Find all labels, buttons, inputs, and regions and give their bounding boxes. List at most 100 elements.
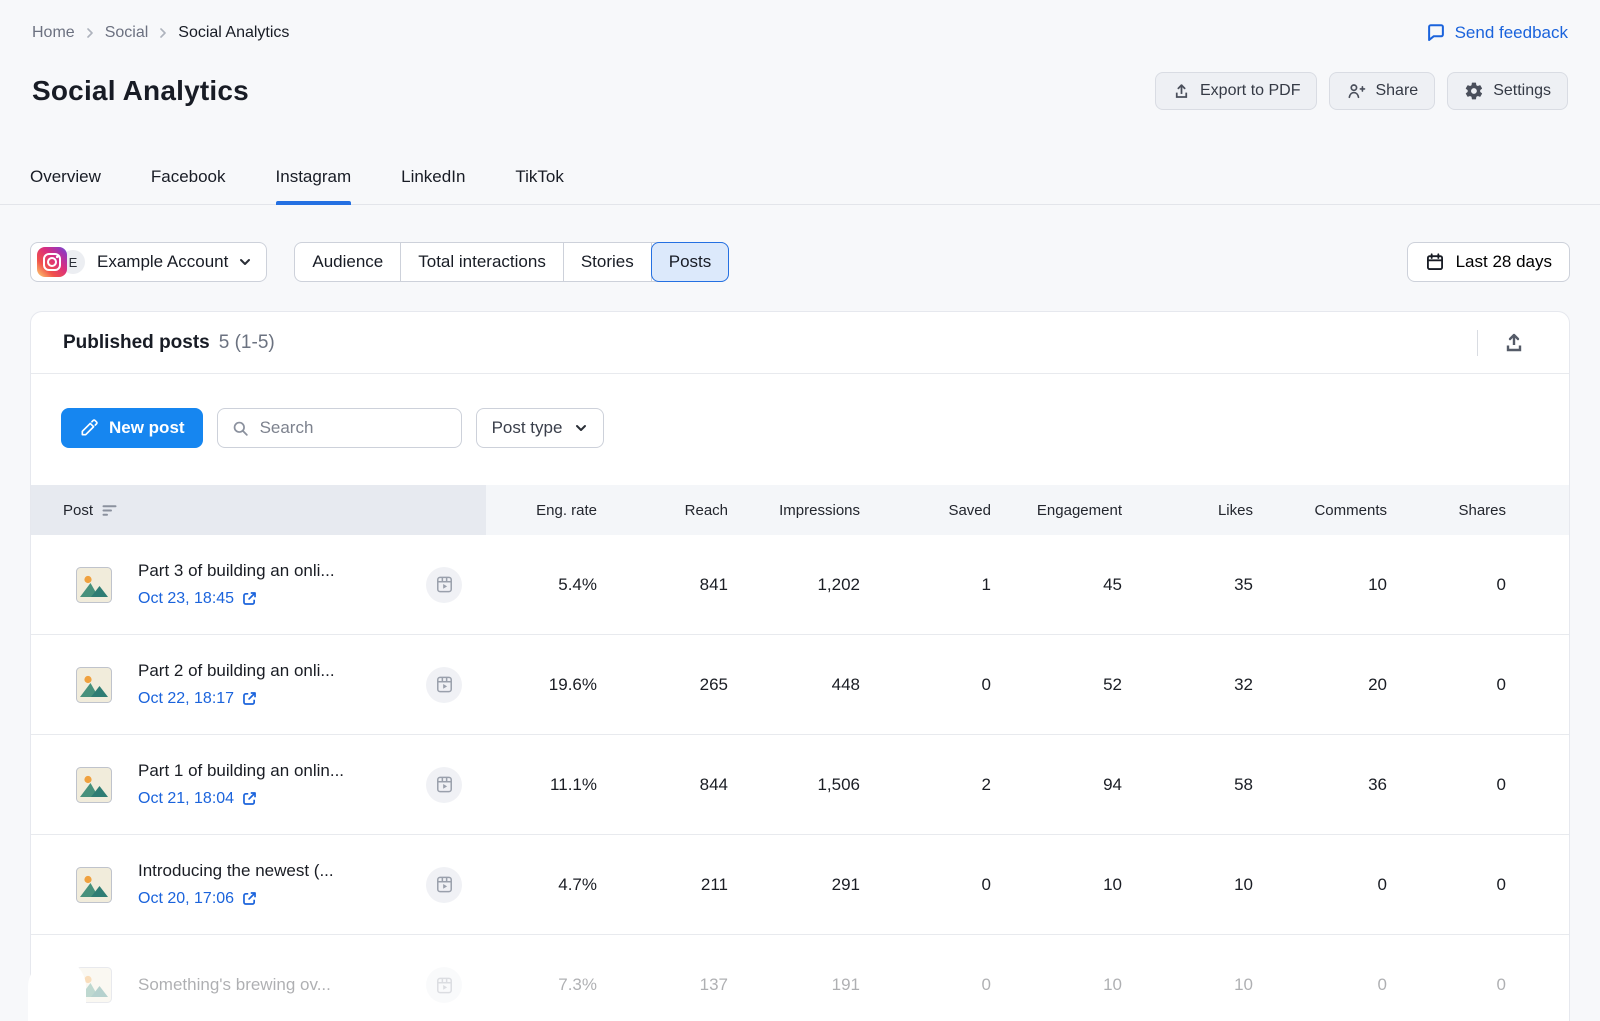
new-post-label: New post [109, 418, 185, 438]
post-cell: Something's brewing ov... [31, 935, 486, 1021]
view-segments: Audience Total interactions Stories Post… [294, 242, 729, 282]
chevron-right-icon [85, 28, 95, 38]
upload-tray-icon [1502, 331, 1526, 355]
post-type-filter[interactable]: Post type [476, 408, 605, 448]
shares-value: 0 [1387, 635, 1506, 734]
image-placeholder-icon [76, 767, 112, 803]
impressions-value: 1,202 [728, 535, 860, 634]
comments-value: 36 [1253, 735, 1387, 834]
reach-value: 841 [597, 535, 728, 634]
column-header[interactable]: Saved [860, 485, 991, 535]
search-icon [231, 419, 250, 438]
post-date-link[interactable]: Oct 22, 18:17 [138, 687, 335, 711]
post-title: Introducing the newest (... [138, 859, 334, 883]
likes-value: 10 [1122, 935, 1253, 1021]
column-header[interactable]: Engagement [991, 485, 1122, 535]
post-cell: Introducing the newest (... Oct 20, 17:0… [31, 835, 486, 934]
table-header: Post Eng. rate Reach Impressions Saved E… [31, 485, 1569, 535]
reel-icon [426, 867, 462, 903]
segment-button[interactable]: Stories [564, 243, 652, 281]
export-to-pdf-button[interactable]: Export to PDF [1155, 72, 1317, 110]
engagement-value: 10 [991, 935, 1122, 1021]
table-row: Part 3 of building an onli... Oct 23, 18… [31, 535, 1569, 635]
search-input[interactable] [260, 418, 448, 438]
settings-button[interactable]: Settings [1447, 72, 1568, 110]
table-row: Part 1 of building an onlin... Oct 21, 1… [31, 735, 1569, 835]
breadcrumb: Home Social Social Analytics [32, 20, 289, 46]
engagement-value: 94 [991, 735, 1122, 834]
settings-label: Settings [1493, 82, 1551, 100]
channel-tab[interactable]: LinkedIn [401, 166, 465, 204]
post-date-link[interactable]: Oct 20, 17:06 [138, 887, 334, 911]
engagement-value: 45 [991, 535, 1122, 634]
send-feedback-link[interactable]: Send feedback [1425, 22, 1568, 44]
post-date-link[interactable]: Oct 21, 18:04 [138, 787, 344, 811]
date-range-label: Last 28 days [1456, 252, 1552, 272]
saved-value: 2 [860, 735, 991, 834]
column-header[interactable]: Reach [597, 485, 728, 535]
controls-row: E Example Account Audience Total interac… [0, 242, 1600, 282]
breadcrumb-item[interactable]: Social [105, 20, 149, 46]
image-placeholder-icon [76, 667, 112, 703]
eng-rate-value: 7.3% [486, 935, 597, 1021]
column-header[interactable]: Impressions [728, 485, 860, 535]
reel-icon [426, 967, 462, 1003]
likes-value: 32 [1122, 635, 1253, 734]
impressions-value: 191 [728, 935, 860, 1021]
channel-tabs: Overview Facebook Instagram LinkedIn Tik… [0, 166, 1600, 205]
post-column-label: Post [63, 502, 93, 519]
engagement-value: 52 [991, 635, 1122, 734]
segment-button[interactable]: Audience [295, 243, 401, 281]
page-title: Social Analytics [32, 72, 249, 110]
column-header[interactable]: Comments [1253, 485, 1387, 535]
share-label: Share [1375, 82, 1418, 100]
export-to-pdf-label: Export to PDF [1200, 82, 1300, 100]
send-feedback-label: Send feedback [1455, 23, 1568, 43]
shares-value: 0 [1387, 935, 1506, 1021]
post-title: Part 2 of building an onli... [138, 659, 335, 683]
segment-button[interactable]: Total interactions [401, 243, 564, 281]
channel-tab[interactable]: Facebook [151, 166, 226, 204]
post-cell: Part 2 of building an onli... Oct 22, 18… [31, 635, 486, 734]
instagram-icon [37, 247, 67, 277]
channel-tab[interactable]: TikTok [515, 166, 564, 204]
chevron-down-icon [574, 421, 588, 435]
saved-value: 0 [860, 835, 991, 934]
eng-rate-value: 19.6% [486, 635, 597, 734]
reach-value: 844 [597, 735, 728, 834]
header-actions: Export to PDF Share Settings [1155, 72, 1568, 110]
speech-bubble-icon [1425, 22, 1447, 44]
segment-button[interactable]: Posts [651, 242, 730, 282]
calendar-icon [1425, 252, 1445, 272]
column-header[interactable]: Eng. rate [486, 485, 597, 535]
eng-rate-value: 5.4% [486, 535, 597, 634]
card-header: Published posts 5 (1-5) [31, 312, 1569, 374]
table-row: Part 2 of building an onli... Oct 22, 18… [31, 635, 1569, 735]
saved-value: 1 [860, 535, 991, 634]
post-title: Something's brewing ov... [138, 973, 331, 997]
column-header[interactable]: Likes [1122, 485, 1253, 535]
shares-value: 0 [1387, 535, 1506, 634]
export-table-button[interactable] [1502, 331, 1526, 355]
topbar: Home Social Social Analytics [0, 0, 1600, 46]
account-name: Example Account [97, 252, 228, 272]
breadcrumb-item[interactable]: Home [32, 20, 75, 46]
new-post-button[interactable]: New post [61, 408, 203, 448]
comments-value: 0 [1253, 835, 1387, 934]
date-range-button[interactable]: Last 28 days [1407, 242, 1570, 282]
channel-tab[interactable]: Instagram [276, 166, 352, 204]
breadcrumb-item[interactable]: Social Analytics [178, 20, 289, 46]
column-header[interactable]: Shares [1387, 485, 1506, 535]
post-date-link[interactable]: Oct 23, 18:45 [138, 587, 335, 611]
reel-icon [426, 767, 462, 803]
gear-icon [1464, 81, 1484, 101]
channel-tab[interactable]: Overview [30, 166, 101, 204]
share-button[interactable]: Share [1329, 72, 1435, 110]
column-header-post[interactable]: Post [31, 485, 486, 535]
likes-value: 35 [1122, 535, 1253, 634]
account-selector[interactable]: E Example Account [30, 242, 267, 282]
engagement-value: 10 [991, 835, 1122, 934]
table-row: Introducing the newest (... Oct 20, 17:0… [31, 835, 1569, 935]
post-date-label: Oct 22, 18:17 [138, 687, 234, 711]
table-body: Part 3 of building an onli... Oct 23, 18… [31, 535, 1569, 1021]
